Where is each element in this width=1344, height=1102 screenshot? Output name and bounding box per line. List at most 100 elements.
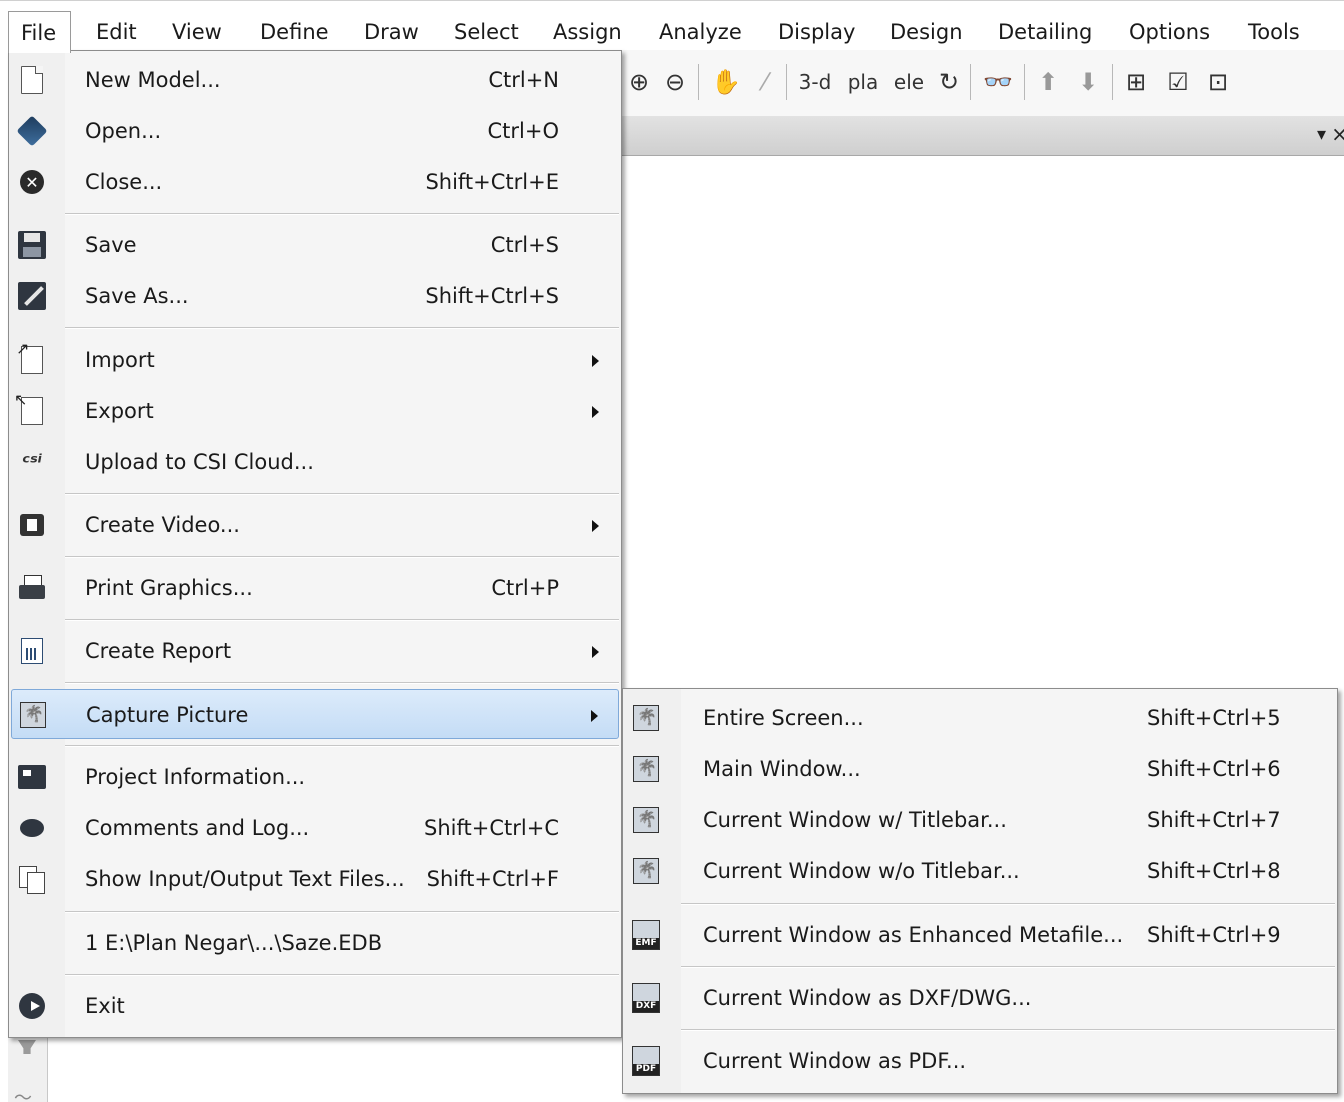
picture-icon bbox=[18, 700, 48, 730]
menu-design[interactable]: Design bbox=[888, 17, 965, 47]
menu-item-entire-screen[interactable]: Entire Screen... Shift+Ctrl+5 bbox=[625, 693, 1335, 743]
toolbar-separator bbox=[786, 64, 787, 100]
menu-select[interactable]: Select bbox=[452, 17, 521, 47]
close-icon: ✕ bbox=[17, 167, 47, 197]
pdf-badge: PDF bbox=[633, 1064, 659, 1075]
menu-item-capture-picture[interactable]: Capture Picture bbox=[11, 689, 619, 739]
menu-item-label: Show Input/Output Text Files... bbox=[85, 867, 405, 891]
menu-separator bbox=[65, 745, 619, 747]
menu-separator bbox=[65, 974, 619, 976]
menu-separator bbox=[65, 619, 619, 621]
import-icon bbox=[16, 339, 47, 375]
object-box-icon[interactable]: ⊡ bbox=[1200, 62, 1236, 102]
close-window-icon[interactable]: × bbox=[1331, 122, 1344, 146]
menu-item-recent-file[interactable]: 1 E:\Plan Negar\...\Saze.EDB bbox=[11, 918, 619, 968]
menu-display[interactable]: Display bbox=[776, 17, 857, 47]
menu-bar: File Edit View Define Draw Select Assign… bbox=[0, 0, 1344, 53]
dxf-badge: DXF bbox=[633, 1001, 659, 1012]
save-as-icon bbox=[17, 281, 47, 311]
submenu-arrow-icon bbox=[592, 646, 599, 658]
submenu-arrow-icon bbox=[592, 406, 599, 418]
menu-separator bbox=[65, 682, 619, 684]
elevation-view-button[interactable]: ele bbox=[888, 62, 930, 102]
exit-icon bbox=[17, 991, 47, 1021]
menu-item-label: 1 E:\Plan Negar\...\Saze.EDB bbox=[85, 931, 383, 955]
report-icon bbox=[17, 636, 47, 666]
window-no-titlebar-icon bbox=[631, 856, 661, 886]
menu-item-enhanced-metafile[interactable]: EMF Current Window as Enhanced Metafile.… bbox=[625, 910, 1335, 960]
menu-draw[interactable]: Draw bbox=[362, 17, 421, 47]
rotate-icon[interactable]: ↻ bbox=[934, 62, 964, 102]
menu-separator bbox=[65, 493, 619, 495]
menu-file[interactable]: File bbox=[8, 11, 72, 53]
pan-icon[interactable]: ✋ bbox=[706, 62, 746, 102]
menu-item-create-report[interactable]: Create Report bbox=[11, 626, 619, 676]
export-icon bbox=[14, 390, 47, 426]
move-down-icon[interactable]: ⬇ bbox=[1070, 62, 1106, 102]
rubber-band-icon[interactable]: ⁄ bbox=[750, 62, 780, 102]
menu-item-exit[interactable]: Exit bbox=[11, 981, 619, 1031]
menu-item-shortcut: Shift+Ctrl+6 bbox=[1147, 757, 1281, 781]
menu-item-create-video[interactable]: Create Video... bbox=[11, 500, 619, 550]
wave-icon[interactable]: 〜 bbox=[14, 1084, 32, 1102]
menu-item-open[interactable]: Open... Ctrl+O bbox=[11, 106, 619, 156]
pdf-icon: PDF bbox=[631, 1046, 661, 1076]
tab-dropdown-icon[interactable]: ▾ bbox=[1317, 124, 1326, 145]
menu-item-shortcut: Shift+Ctrl+F bbox=[426, 867, 559, 891]
menu-item-save-as[interactable]: Save As... Shift+Ctrl+S bbox=[11, 271, 619, 321]
toolbar: ⊕ ⊖ ✋ ⁄ 3-d pla ele ↻ 👓 ⬆ ⬇ ⊞ ☑ ⊡ bbox=[620, 50, 1344, 116]
menu-detailing[interactable]: Detailing bbox=[996, 17, 1094, 47]
menu-item-show-text-files[interactable]: Show Input/Output Text Files... Shift+Ct… bbox=[11, 854, 619, 904]
menu-separator bbox=[681, 1029, 1335, 1031]
menu-analyze[interactable]: Analyze bbox=[657, 17, 744, 47]
menu-item-dxf-dwg[interactable]: DXF Current Window as DXF/DWG... bbox=[625, 973, 1335, 1023]
zoom-out-icon[interactable]: ⊖ bbox=[660, 62, 690, 102]
toolbar-separator bbox=[1112, 64, 1113, 100]
menu-options[interactable]: Options bbox=[1127, 17, 1212, 47]
menu-item-project-information[interactable]: Project Information... bbox=[11, 752, 619, 802]
submenu-arrow-icon bbox=[591, 710, 598, 722]
entire-screen-icon bbox=[631, 703, 661, 733]
plan-view-button[interactable]: pla bbox=[842, 62, 884, 102]
menu-item-upload-csi-cloud[interactable]: ᶜˢⁱ Upload to CSI Cloud... bbox=[11, 437, 619, 487]
menu-item-shortcut: Ctrl+O bbox=[487, 119, 560, 143]
select-objects-icon[interactable]: ⊞ bbox=[1118, 62, 1154, 102]
menu-tools[interactable]: Tools bbox=[1246, 17, 1302, 47]
view-3d-button[interactable]: 3-d bbox=[792, 62, 838, 102]
capture-picture-submenu: Entire Screen... Shift+Ctrl+5 Main Windo… bbox=[622, 688, 1338, 1094]
menu-item-window-without-titlebar[interactable]: Current Window w/o Titlebar... Shift+Ctr… bbox=[625, 846, 1335, 896]
menu-assign[interactable]: Assign bbox=[551, 17, 624, 47]
checkbox-icon[interactable]: ☑ bbox=[1160, 62, 1196, 102]
file-menu: New Model... Ctrl+N Open... Ctrl+O ✕ Clo… bbox=[8, 50, 622, 1038]
comment-icon bbox=[17, 813, 47, 843]
menu-define[interactable]: Define bbox=[258, 17, 331, 47]
menu-edit[interactable]: Edit bbox=[94, 17, 139, 47]
menu-item-label: Current Window as Enhanced Metafile... bbox=[703, 923, 1124, 947]
perspective-icon[interactable]: 👓 bbox=[978, 62, 1018, 102]
menu-item-print-graphics[interactable]: Print Graphics... Ctrl+P bbox=[11, 563, 619, 613]
emf-badge: EMF bbox=[633, 938, 659, 949]
pin-icon[interactable] bbox=[18, 1040, 36, 1054]
menu-item-import[interactable]: Import bbox=[11, 335, 619, 385]
menu-separator bbox=[65, 911, 619, 913]
menu-item-main-window[interactable]: Main Window... Shift+Ctrl+6 bbox=[625, 744, 1335, 794]
menu-item-label: Create Report bbox=[85, 639, 232, 663]
menu-item-comments-and-log[interactable]: Comments and Log... Shift+Ctrl+C bbox=[11, 803, 619, 853]
main-window-icon bbox=[631, 754, 661, 784]
move-up-icon[interactable]: ⬆ bbox=[1030, 62, 1066, 102]
zoom-in-icon[interactable]: ⊕ bbox=[624, 62, 654, 102]
menu-item-close[interactable]: ✕ Close... Shift+Ctrl+E bbox=[11, 157, 619, 207]
menu-item-export[interactable]: Export bbox=[11, 386, 619, 436]
submenu-arrow-icon bbox=[592, 520, 599, 532]
menu-view[interactable]: View bbox=[170, 17, 224, 47]
menu-item-new-model[interactable]: New Model... Ctrl+N bbox=[11, 55, 619, 105]
menu-item-shortcut: Shift+Ctrl+C bbox=[424, 816, 559, 840]
menu-item-window-with-titlebar[interactable]: Current Window w/ Titlebar... Shift+Ctrl… bbox=[625, 795, 1335, 845]
menu-item-label: Import bbox=[85, 348, 155, 372]
open-icon bbox=[16, 115, 48, 147]
menu-item-label: Close... bbox=[85, 170, 163, 194]
menu-item-save[interactable]: Save Ctrl+S bbox=[11, 220, 619, 270]
menu-item-label: Current Window w/ Titlebar... bbox=[703, 808, 1007, 832]
menu-item-shortcut: Shift+Ctrl+9 bbox=[1147, 923, 1281, 947]
menu-item-pdf[interactable]: PDF Current Window as PDF... bbox=[625, 1036, 1335, 1086]
